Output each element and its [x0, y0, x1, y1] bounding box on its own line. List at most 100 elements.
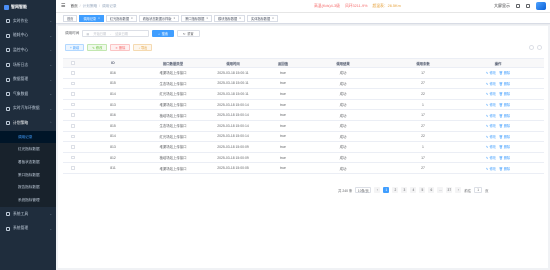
reset-button[interactable]: ↻ 重置: [177, 30, 200, 37]
sidebar-item[interactable]: 场所日志 ⌄: [0, 58, 56, 73]
page-size-select[interactable]: 10条/页: [355, 187, 372, 193]
row-delete-link[interactable]: 🗑 删除: [499, 134, 510, 139]
page-number[interactable]: 2: [392, 187, 399, 193]
sidebar-item[interactable]: 实时作业 ⌄: [0, 14, 56, 29]
row-checkbox[interactable]: [71, 155, 75, 160]
row-checkbox[interactable]: [71, 124, 75, 128]
table-cell: 2025-03-18 15:00:14: [217, 102, 249, 107]
tag-item[interactable]: 模块指标数据 ×: [214, 14, 246, 22]
row-checkbox[interactable]: [71, 102, 75, 107]
row-delete-link[interactable]: 🗑 删除: [499, 91, 510, 96]
table-cell: 814: [110, 134, 116, 139]
table-cell: 堆渠场站上传接口: [159, 71, 187, 76]
submenu-item[interactable]: 报告指标数据: [0, 182, 56, 195]
delete-button[interactable]: ✕ 删除: [110, 44, 131, 51]
close-icon[interactable]: ×: [239, 16, 241, 20]
page-number[interactable]: 37: [446, 187, 453, 193]
date-range-picker[interactable]: ▦ 开始日期 - 结束日期: [82, 30, 150, 37]
sidebar-item[interactable]: 监控中心 ⌄: [0, 43, 56, 58]
search-button[interactable]: ⌕ 搜索: [152, 30, 175, 37]
breadcrumb-home[interactable]: 首页: [70, 4, 77, 9]
row-edit-link[interactable]: ✎ 修改: [486, 81, 496, 86]
next-page-button[interactable]: ›: [455, 187, 462, 193]
row-checkbox[interactable]: [71, 134, 75, 139]
start-date-placeholder: 开始日期: [93, 32, 107, 36]
row-delete-link[interactable]: 🗑 删除: [499, 102, 510, 107]
table-row: 815 生态场站上传接口 2025-03-18 15:00:14 true 成功 27 ✎ …: [63, 121, 544, 132]
page-number[interactable]: 6: [428, 187, 435, 193]
avatar[interactable]: [536, 2, 546, 10]
page-number[interactable]: 5: [419, 187, 426, 193]
dashboard-link[interactable]: 大屏显示: [494, 3, 510, 9]
row-edit-link[interactable]: ✎ 修改: [486, 134, 496, 139]
tag-item[interactable]: 看板状态数据示样版 ×: [138, 14, 180, 22]
close-icon[interactable]: ×: [206, 16, 208, 20]
tag-item[interactable]: 红光指标数据 ×: [105, 14, 137, 22]
row-edit-link[interactable]: ✎ 修改: [486, 70, 496, 75]
row-delete-link[interactable]: 🗑 删除: [499, 81, 510, 86]
submenu-item[interactable]: 系统指标管理: [0, 194, 56, 207]
plus-icon: +: [70, 45, 72, 50]
hamburger-icon[interactable]: ☰: [61, 3, 65, 9]
close-icon[interactable]: ×: [173, 16, 175, 20]
tag-item[interactable]: 实体指标数据 ×: [247, 14, 278, 22]
table-cell: 植培场站上传接口: [159, 113, 187, 118]
row-delete-link[interactable]: 🗑 删除: [499, 155, 510, 160]
page-number[interactable]: 3: [401, 187, 408, 193]
tag-item[interactable]: 策口指标数据 ×: [181, 14, 213, 22]
sidebar-item[interactable]: 系统工具 ⌄: [0, 207, 56, 222]
font-size-icon[interactable]: [526, 4, 530, 8]
row-checkbox[interactable]: [71, 166, 75, 170]
row-checkbox[interactable]: [71, 145, 75, 149]
page-size-value: 10条/页: [357, 188, 369, 193]
row-checkbox[interactable]: [71, 81, 75, 86]
refresh-table-icon[interactable]: [537, 45, 542, 50]
edit-button[interactable]: ✎ 修改: [87, 44, 108, 51]
row-delete-link[interactable]: 🗑 删除: [499, 123, 510, 128]
row-checkbox[interactable]: [71, 71, 75, 75]
page-number[interactable]: ...: [437, 187, 444, 193]
sidebar-item-label: 数据管理: [13, 77, 29, 82]
close-icon[interactable]: ×: [98, 16, 100, 20]
fullscreen-icon[interactable]: [516, 4, 520, 8]
row-edit-link[interactable]: ✎ 修改: [486, 155, 496, 160]
tag-item[interactable]: 首页: [63, 14, 78, 22]
row-delete-link[interactable]: 🗑 删除: [499, 70, 510, 75]
logo: 智网智能: [0, 0, 56, 14]
page-jump-input[interactable]: 1: [474, 187, 483, 193]
row-edit-link[interactable]: ✎ 修改: [486, 91, 496, 96]
submenu-item[interactable]: 看板状态数据: [0, 156, 56, 169]
submenu-item[interactable]: 策口指标数据: [0, 169, 56, 182]
submenu-item[interactable]: 调用记录: [0, 130, 56, 144]
row-delete-link[interactable]: 🗑 删除: [499, 144, 510, 149]
row-checkbox[interactable]: [71, 92, 75, 96]
row-edit-link[interactable]: ✎ 修改: [486, 123, 496, 128]
sidebar-item[interactable]: 实时汽车环数据 ⌄: [0, 102, 56, 117]
table-cell: 堆渠场站上传接口: [159, 103, 187, 108]
table-cell: 814: [110, 91, 116, 96]
close-icon[interactable]: ×: [131, 16, 133, 20]
page-number[interactable]: 4: [410, 187, 417, 193]
toggle-search-icon[interactable]: [529, 45, 534, 50]
sidebar-item[interactable]: 数据管理 ⌄: [0, 72, 56, 87]
table-cell: 815: [110, 123, 116, 128]
row-delete-link[interactable]: 🗑 删除: [499, 113, 510, 118]
sidebar-item[interactable]: 能耗中心 ⌄: [0, 29, 56, 44]
select-all-checkbox[interactable]: [71, 61, 75, 65]
tag-item[interactable]: 调用记录 ×: [79, 14, 104, 22]
row-edit-link[interactable]: ✎ 修改: [486, 113, 496, 118]
sidebar-item[interactable]: 计划策略 ⌃: [0, 116, 56, 131]
row-edit-link[interactable]: ✎ 修改: [486, 144, 496, 149]
sidebar-item[interactable]: 系统管理 ⌄: [0, 221, 56, 236]
close-icon[interactable]: ×: [272, 16, 274, 20]
add-button[interactable]: + 新增: [65, 44, 85, 51]
row-edit-link[interactable]: ✎ 修改: [486, 166, 496, 171]
row-edit-link[interactable]: ✎ 修改: [486, 102, 496, 107]
export-button[interactable]: ↓ 导出: [133, 44, 153, 51]
row-delete-link[interactable]: 🗑 删除: [499, 166, 510, 171]
page-number[interactable]: 1: [383, 187, 390, 193]
submenu-item[interactable]: 红光指标数据: [0, 143, 56, 156]
prev-page-button[interactable]: ‹: [374, 187, 381, 193]
row-checkbox[interactable]: [71, 113, 75, 117]
sidebar-item[interactable]: 气象数据 ⌄: [0, 87, 56, 102]
